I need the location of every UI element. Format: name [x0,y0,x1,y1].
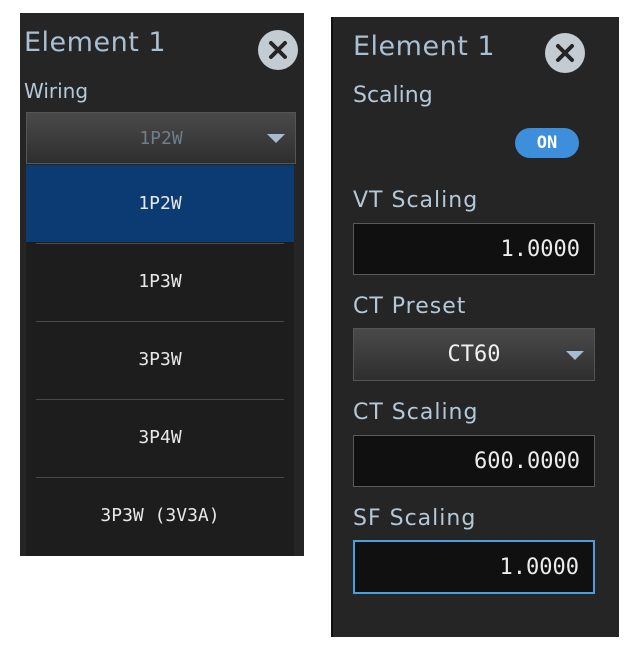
ct-preset-value: CT60 [447,342,501,367]
ct-preset-dropdown[interactable]: CT60 [353,328,595,381]
ct-preset-label: CT Preset [353,294,467,319]
wiring-dropdown-value: 1P2W [139,127,183,149]
close-icon [269,41,287,59]
panel-title: Element 1 [24,27,167,58]
sf-scaling-label: SF Scaling [353,506,477,531]
ct-scaling-input[interactable]: 600.0000 [353,435,595,487]
wiring-panel: Element 1 Wiring 1P2W 1P2W 1P3W 3P3W 3P4… [20,13,304,556]
vt-scaling-input[interactable]: 1.0000 [353,223,595,275]
vt-scaling-label: VT Scaling [353,188,479,213]
close-button[interactable] [258,30,298,70]
wiring-option-1p2w[interactable]: 1P2W [26,165,294,242]
wiring-menu: 1P2W 1P3W 3P3W 3P4W 3P3W (3V3A) [26,165,294,556]
wiring-option-1p3w[interactable]: 1P3W [26,243,294,320]
ct-scaling-label: CT Scaling [353,400,479,425]
wiring-option-3p3w[interactable]: 3P3W [26,321,294,398]
chevron-down-icon [566,350,584,360]
wiring-option-3p3w-3v3a[interactable]: 3P3W (3V3A) [26,477,294,554]
sf-scaling-input[interactable]: 1.0000 [353,540,595,594]
scaling-toggle[interactable]: ON [515,128,579,158]
scaling-label: Scaling [353,83,433,108]
chevron-down-icon [267,134,285,143]
scaling-panel: Element 1 Scaling ON VT Scaling 1.0000 C… [331,17,619,637]
wiring-dropdown[interactable]: 1P2W [26,112,296,164]
panel-title: Element 1 [353,31,496,62]
wiring-label: Wiring [24,79,89,103]
close-button[interactable] [545,33,585,73]
close-icon [556,44,574,62]
wiring-option-3p4w[interactable]: 3P4W [26,399,294,476]
